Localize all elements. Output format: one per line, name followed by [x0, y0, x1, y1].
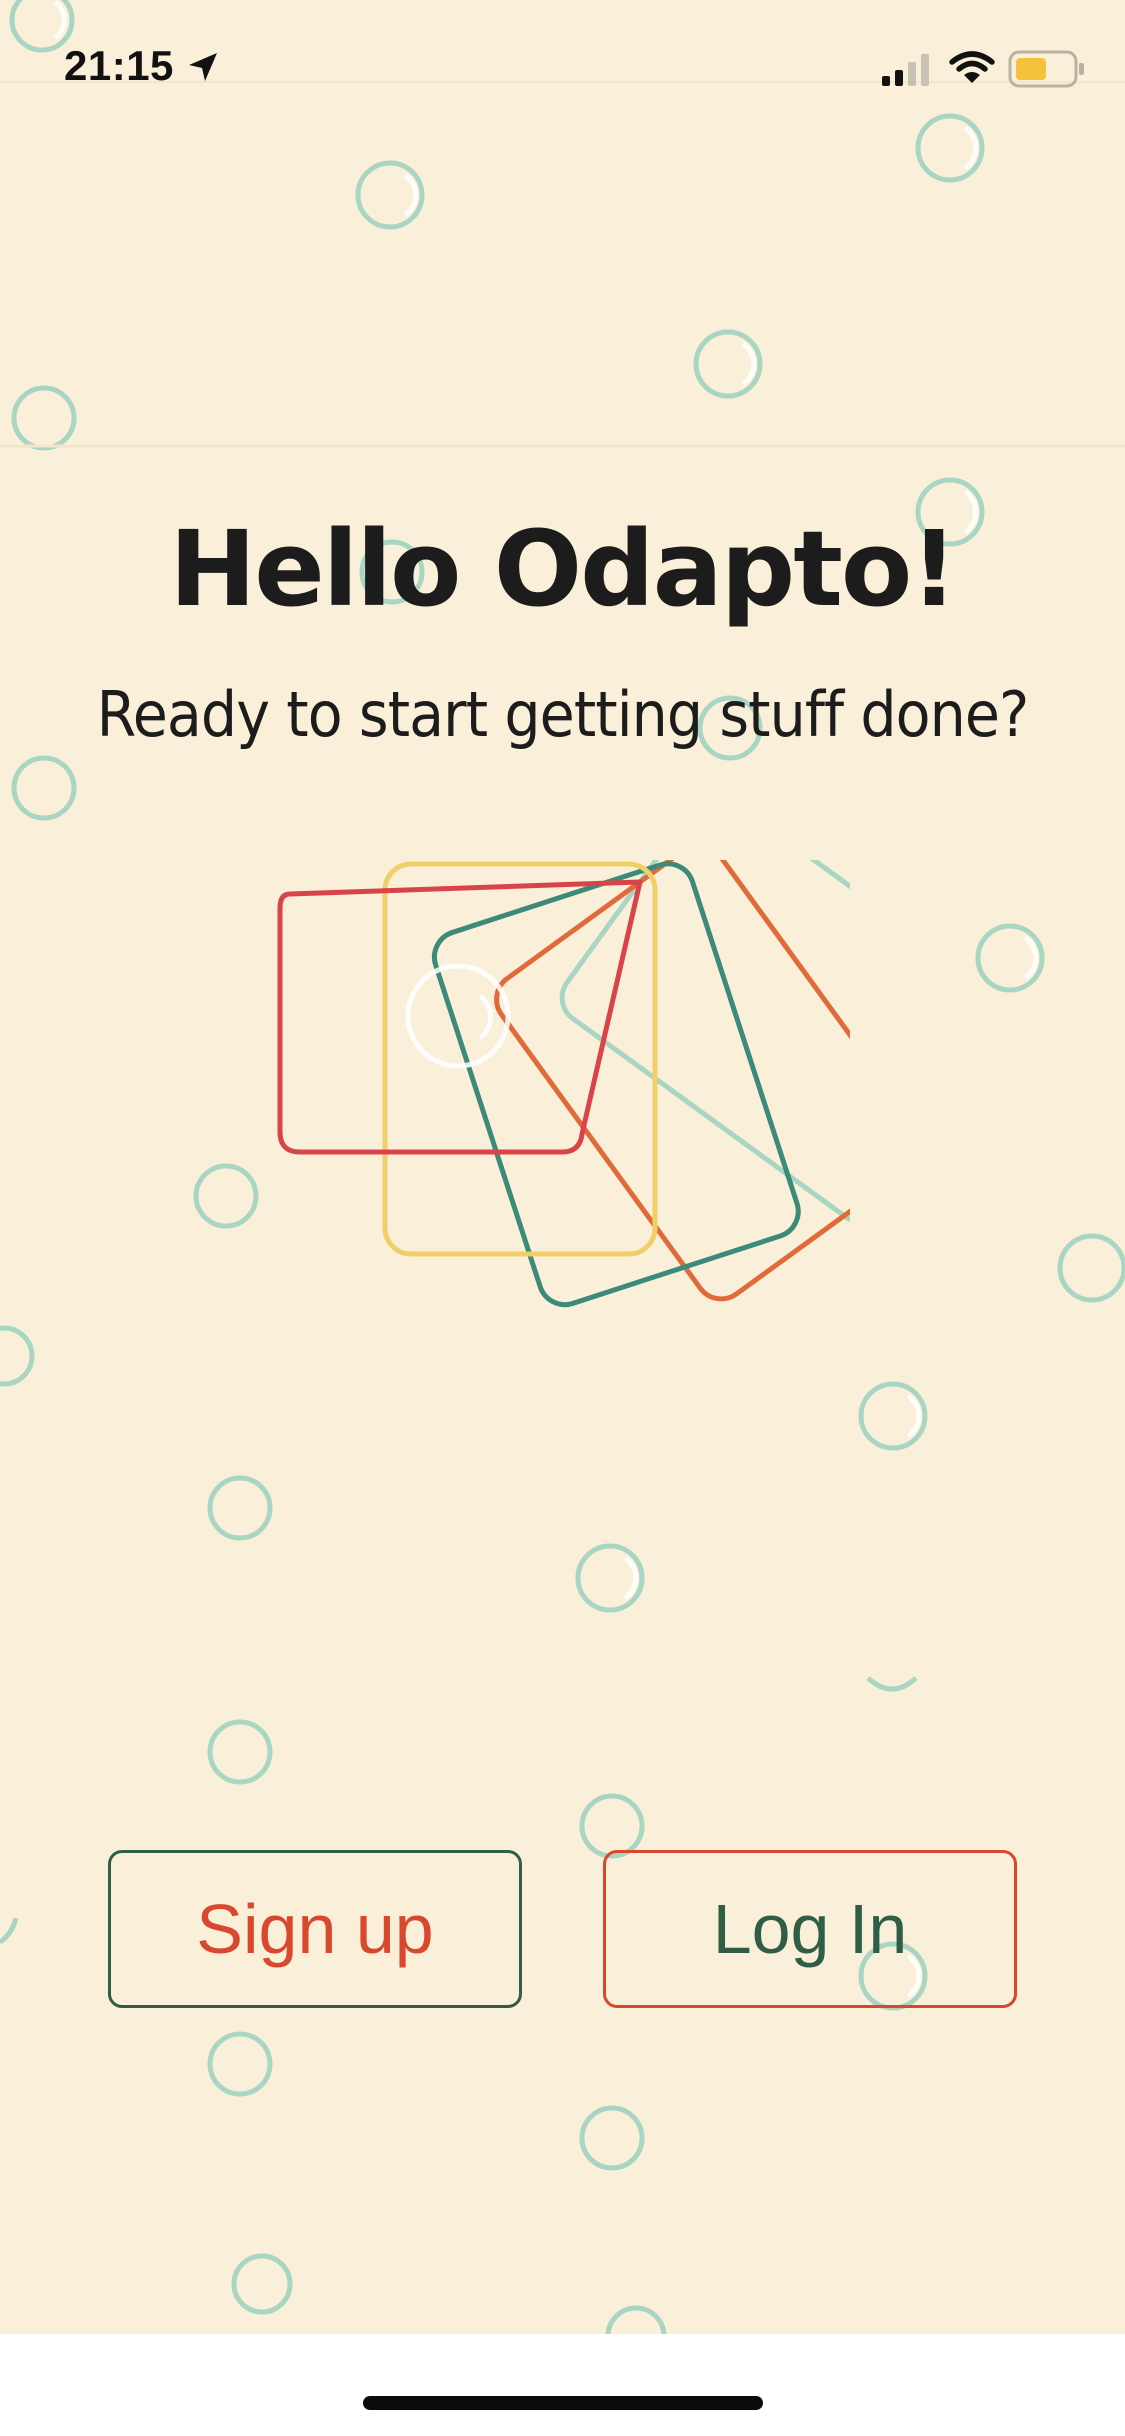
logo-card-orange: [494, 860, 850, 1302]
home-indicator[interactable]: [363, 2396, 763, 2410]
logo-card-teal: [431, 861, 801, 1308]
welcome-subtitle: Ready to start getting stuff done?: [96, 678, 1030, 751]
signup-button[interactable]: Sign up: [108, 1850, 522, 2008]
welcome-screen: 21:15 Hello Odapto! Ready to start getti…: [0, 0, 1125, 2334]
wifi-icon: [949, 51, 995, 83]
status-bar: 21:15: [0, 0, 1125, 132]
battery-icon: [1008, 50, 1084, 88]
login-button[interactable]: Log In: [603, 1850, 1017, 2008]
welcome-title: Hello Odapto!: [169, 508, 958, 630]
fanned-cards-logo: [277, 860, 850, 1308]
location-arrow-icon: [189, 53, 217, 81]
cellular-signal-icon: [882, 54, 929, 86]
status-time: 21:15: [64, 42, 174, 89]
logo-card-yellow: [382, 861, 658, 1257]
